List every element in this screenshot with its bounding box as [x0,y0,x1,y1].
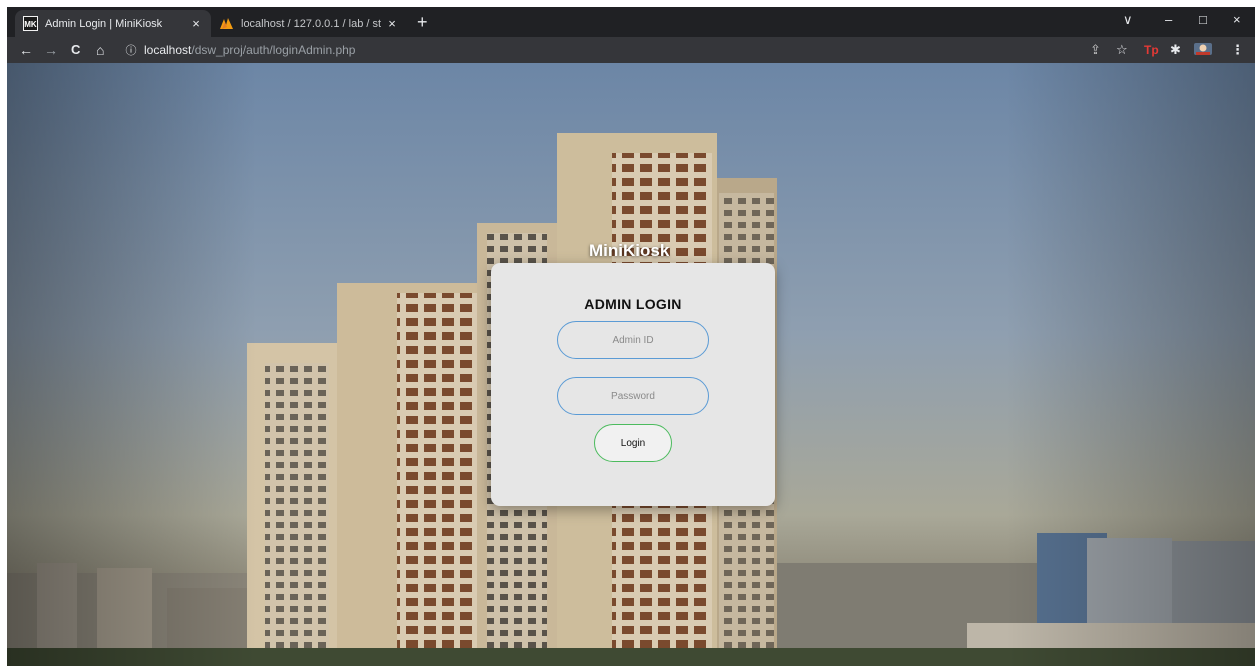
phpmyadmin-favicon-icon [219,16,234,31]
login-button[interactable]: Login [594,424,672,462]
minikiosk-favicon-icon: MK [23,16,38,31]
page-viewport: MiniKiosk ADMIN LOGIN Login [7,63,1255,666]
maximize-button[interactable]: □ [1199,10,1207,30]
browser-window: MK Admin Login | MiniKiosk × localhost /… [7,7,1255,666]
back-arrow-icon[interactable]: ← [19,41,33,59]
bookmark-star-icon[interactable]: ☆ [1116,41,1128,59]
profile-avatar-icon[interactable] [1194,41,1212,62]
home-icon[interactable]: ⌂ [96,41,104,59]
password-input[interactable] [557,377,709,415]
tab-phpmyadmin[interactable]: localhost / 127.0.0.1 / lab / stude × [211,10,407,37]
favicon-text: MK [24,20,37,29]
url-path: /dsw_proj/auth/loginAdmin.php [191,43,356,57]
forward-arrow-icon[interactable]: → [44,41,58,59]
close-tab-icon[interactable]: × [385,16,399,31]
tab-search-icon[interactable]: ∨ [1123,10,1133,30]
extensions-puzzle-icon[interactable]: ✱ [1170,41,1181,59]
admin-id-input[interactable] [557,321,709,359]
site-info-icon[interactable]: ⓘ [124,42,138,58]
tp-extension-icon[interactable]: Tp [1144,41,1159,59]
new-tab-button[interactable]: + [417,11,428,33]
tab-title: Admin Login | MiniKiosk [45,17,163,30]
url-host: localhost [144,43,192,57]
close-window-button[interactable]: × [1233,10,1241,30]
close-tab-icon[interactable]: × [189,16,203,31]
tab-admin-login[interactable]: MK Admin Login | MiniKiosk × [15,10,211,37]
share-icon[interactable]: ⇪ [1090,41,1101,59]
browser-toolbar: ← → C ⌂ ⓘ localhost /dsw_proj/auth/login… [7,37,1255,63]
admin-login-card: ADMIN LOGIN Login [491,263,775,506]
login-heading: ADMIN LOGIN [584,296,682,312]
tab-strip: MK Admin Login | MiniKiosk × localhost /… [7,7,1255,37]
tab-title: localhost / 127.0.0.1 / lab / stude [241,17,381,30]
browser-menu-icon[interactable]: ⋮ [1231,41,1244,59]
reload-icon[interactable]: C [71,41,80,59]
minimize-button[interactable]: – [1165,10,1172,30]
site-brand-title: MiniKiosk [589,241,670,260]
address-bar[interactable]: ⓘ localhost /dsw_proj/auth/loginAdmin.ph… [124,39,1124,61]
